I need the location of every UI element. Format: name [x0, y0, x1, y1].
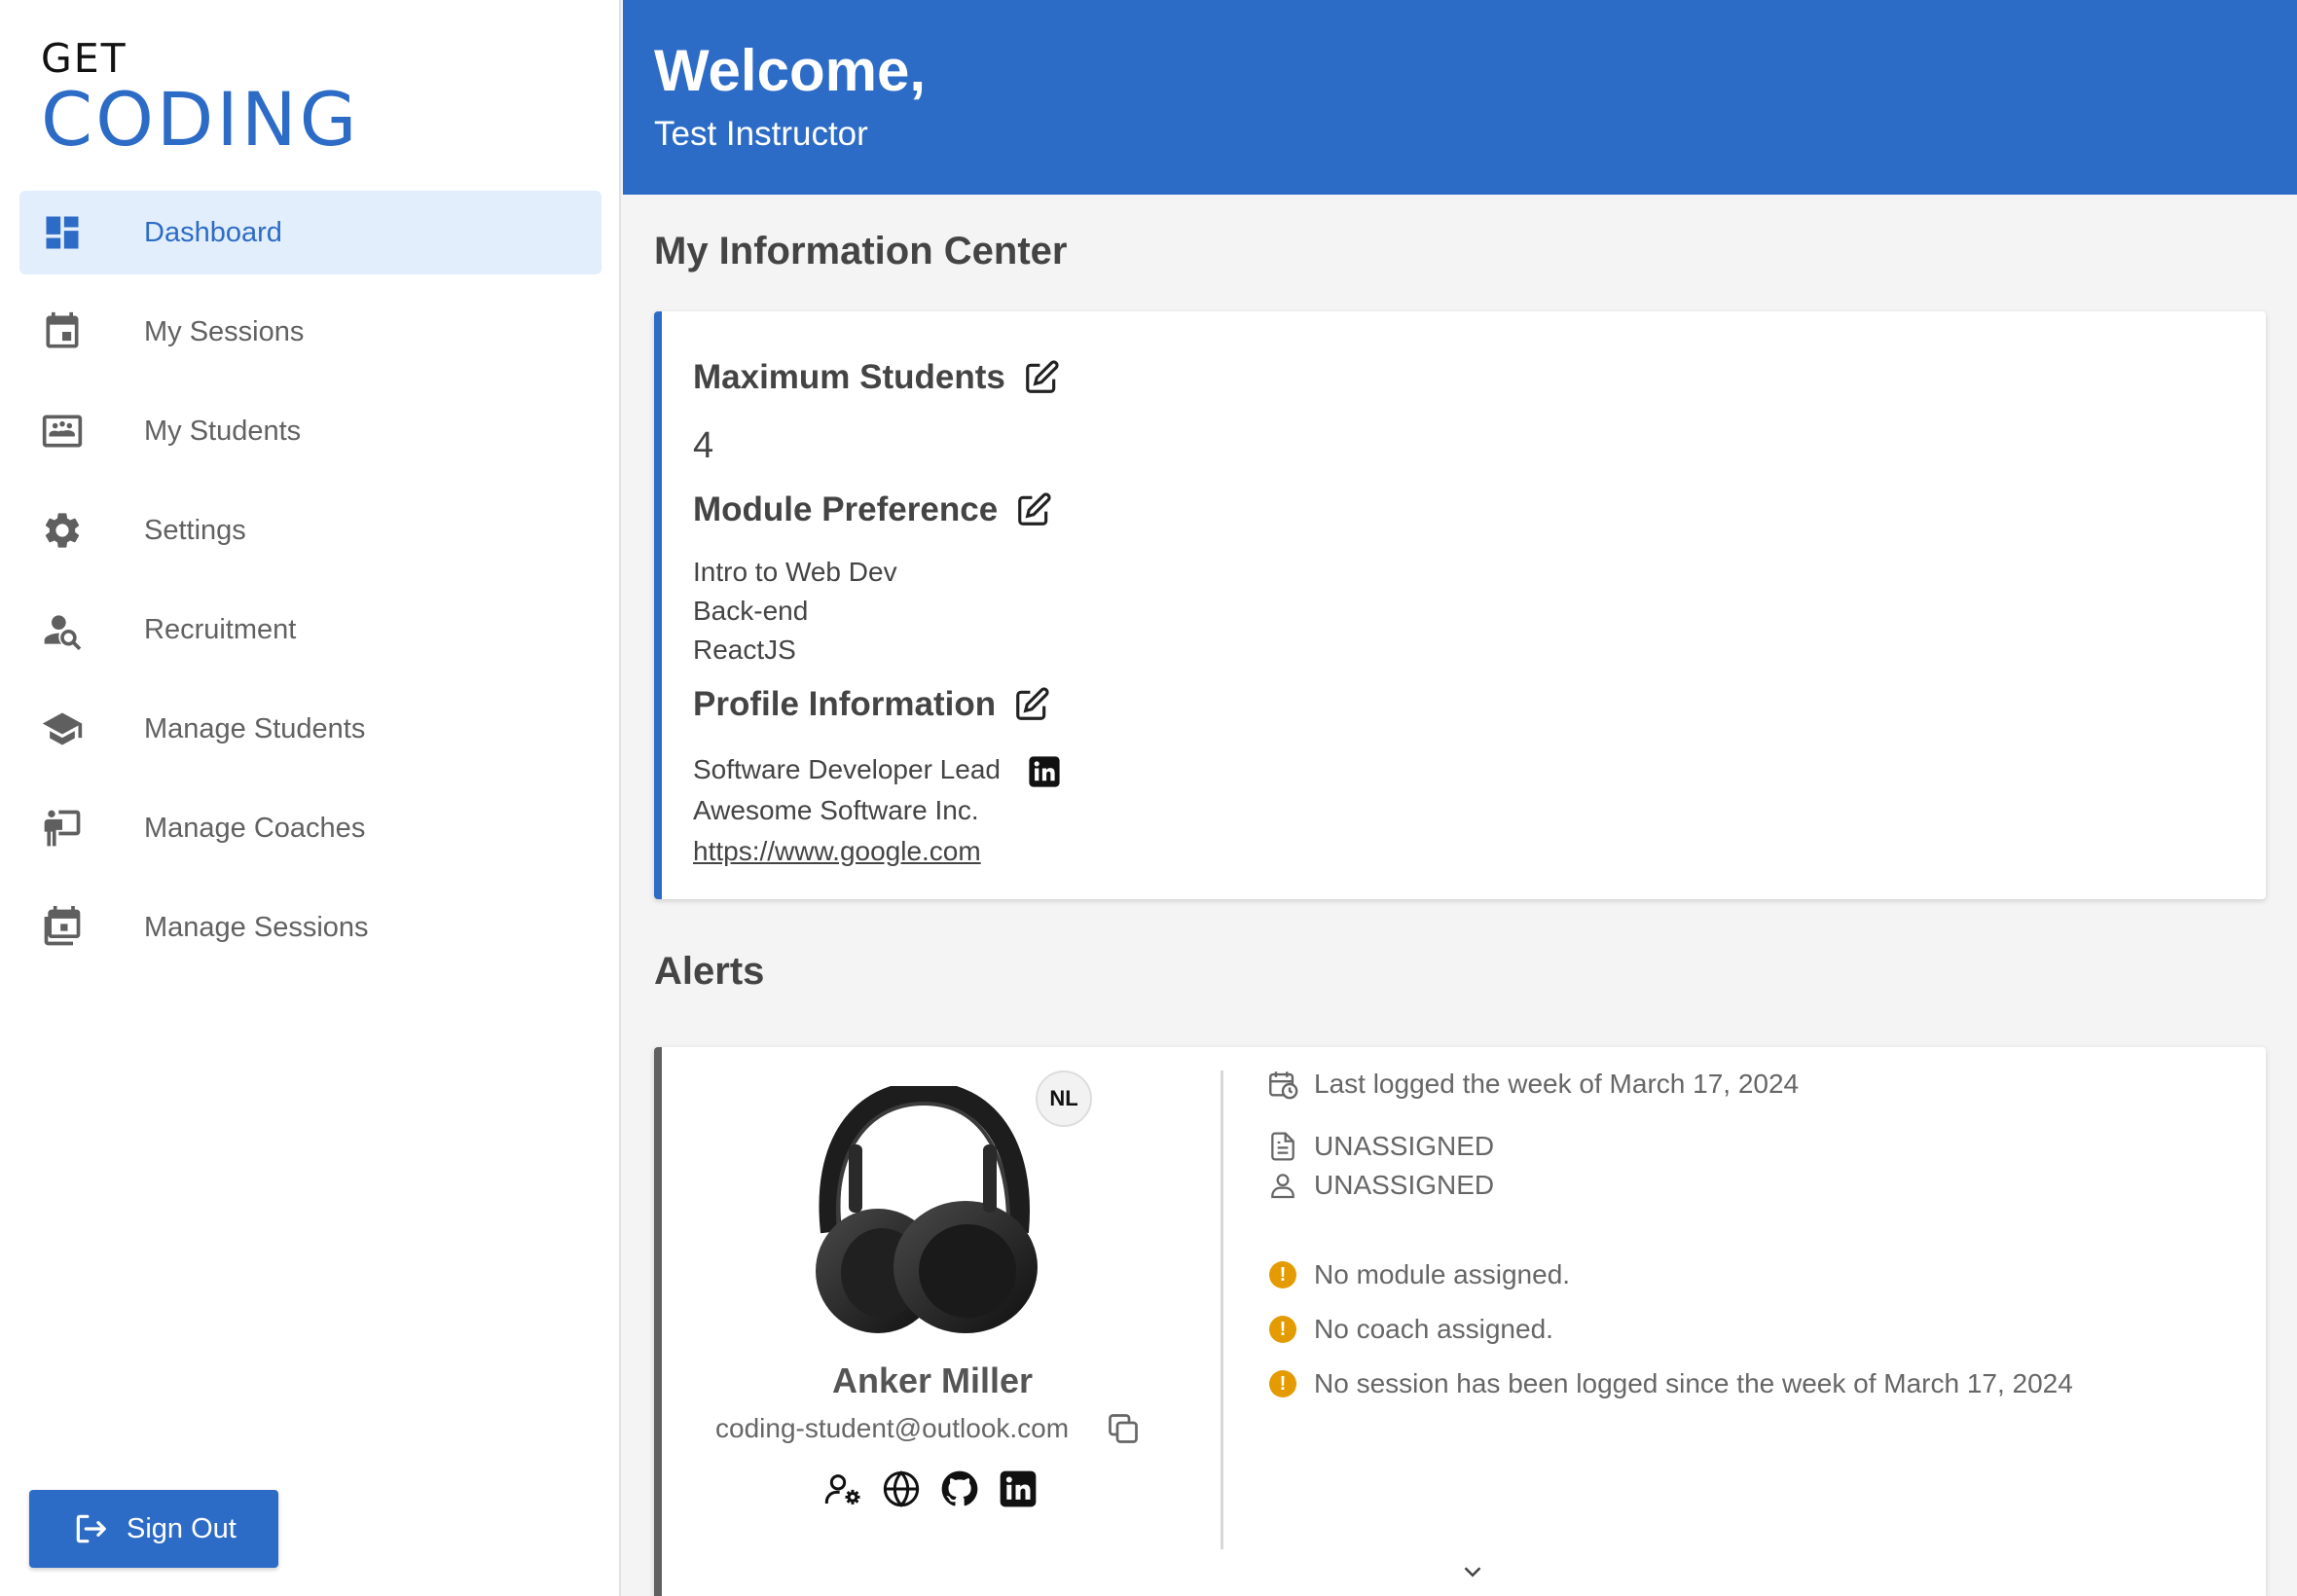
logo-text-top: GET — [41, 35, 128, 82]
linkedin-icon[interactable] — [999, 1469, 1038, 1508]
class-icon — [35, 408, 90, 454]
warning-text: No session has been logged since the wee… — [1314, 1368, 2073, 1398]
profile-job-title: Software Developer Lead — [693, 754, 1001, 784]
sidebar-item-manage-students[interactable]: Manage Students — [19, 687, 602, 771]
profile-website-link[interactable]: https://www.google.com — [693, 831, 1061, 872]
sidebar-item-recruitment[interactable]: Recruitment — [19, 588, 602, 671]
student-email: coding-student@outlook.com — [715, 1413, 1070, 1443]
headphones-image — [816, 1080, 1038, 1333]
sidebar-item-label: Recruitment — [144, 613, 297, 645]
warning-icon: ! — [1265, 1312, 1300, 1347]
sidebar-item-my-sessions[interactable]: My Sessions — [19, 290, 602, 374]
sidebar-item-label: My Sessions — [144, 315, 305, 347]
linkedin-icon[interactable] — [1028, 755, 1061, 788]
alerts-title: Alerts — [654, 950, 765, 993]
max-students-heading: Maximum Students — [693, 358, 1060, 397]
warning-text: No coach assigned. — [1314, 1314, 1553, 1344]
sidebar-item-manage-sessions[interactable]: Manage Sessions — [19, 886, 602, 969]
sidebar-item-dashboard[interactable]: Dashboard — [19, 191, 602, 274]
calendar-icon — [35, 308, 90, 355]
max-students-label: Maximum Students — [693, 358, 1005, 396]
sidebar-item-label: Manage Coaches — [144, 812, 366, 844]
warning-row: ! No session has been logged since the w… — [1265, 1366, 2073, 1401]
warning-text: No module assigned. — [1314, 1259, 1571, 1289]
presenter-icon — [35, 805, 90, 852]
calendar-stack-icon — [35, 904, 90, 951]
module-item: ReactJS — [693, 635, 796, 665]
sidebar-item-settings[interactable]: Settings — [19, 489, 602, 572]
warning-row: ! No module assigned. — [1265, 1257, 1570, 1292]
sidebar-item-label: Dashboard — [144, 216, 282, 248]
sidebar-item-manage-coaches[interactable]: Manage Coaches — [19, 786, 602, 870]
info-center-card: Maximum Students 4 Module Preference Int… — [654, 311, 2266, 899]
module-list: Intro to Web Dev Back-end ReactJS — [693, 553, 897, 670]
person-icon — [1265, 1168, 1300, 1203]
warning-icon: ! — [1265, 1366, 1300, 1401]
module-item: Intro to Web Dev — [693, 557, 897, 587]
module-status-row: UNASSIGNED — [1265, 1129, 1494, 1164]
graduation-cap-icon — [35, 706, 90, 752]
header: Welcome, Test Instructor — [623, 0, 2297, 195]
student-alert-card: NL Anker Miller coding-student@outlook.c… — [654, 1047, 2266, 1596]
module-status-text: UNASSIGNED — [1314, 1131, 1495, 1161]
document-icon — [1265, 1129, 1300, 1164]
last-logged-text: Last logged the week of March 17, 2024 — [1314, 1069, 1800, 1099]
module-item: Back-end — [693, 596, 809, 626]
gear-icon — [35, 507, 90, 554]
sidebar-item-label: Settings — [144, 514, 246, 546]
card-divider — [1221, 1070, 1223, 1549]
main-content: My Information Center Maximum Students 4… — [623, 195, 2297, 1596]
student-name: Anker Miller — [831, 1360, 1034, 1400]
edit-icon[interactable] — [1023, 359, 1060, 396]
user-settings-icon[interactable] — [823, 1469, 862, 1508]
chevron-down-icon[interactable] — [1458, 1557, 1487, 1586]
student-initials-badge: NL — [1036, 1070, 1092, 1127]
coach-status-row: UNASSIGNED — [1265, 1168, 1494, 1203]
coach-status-text: UNASSIGNED — [1314, 1170, 1495, 1200]
sidebar-item-label: My Students — [144, 415, 302, 447]
sidebar-item-label: Manage Sessions — [144, 911, 369, 943]
module-preference-heading: Module Preference — [693, 490, 1052, 529]
user-name: Test Instructor — [654, 115, 868, 153]
sign-out-label: Sign Out — [127, 1512, 237, 1544]
calendar-clock-icon — [1265, 1067, 1300, 1102]
warning-row: ! No coach assigned. — [1265, 1312, 1553, 1347]
sign-out-icon — [76, 1514, 106, 1543]
globe-icon[interactable] — [882, 1469, 921, 1508]
profile-title-row: Software Developer Lead — [693, 749, 1061, 790]
dashboard-icon — [35, 209, 90, 256]
welcome-title: Welcome, — [654, 38, 926, 103]
logo[interactable]: GET CODING — [41, 39, 360, 157]
profile-details: Software Developer Lead Awesome Software… — [693, 749, 1061, 872]
student-avatar — [802, 1080, 1045, 1335]
student-social-links — [823, 1469, 1038, 1508]
edit-icon[interactable] — [1013, 686, 1050, 723]
person-search-icon — [35, 606, 90, 653]
last-logged-row: Last logged the week of March 17, 2024 — [1265, 1067, 1799, 1102]
logo-text-bottom: CODING — [41, 76, 360, 163]
copy-icon[interactable] — [1106, 1411, 1141, 1446]
sidebar-item-label: Manage Students — [144, 712, 366, 744]
profile-info-label: Profile Information — [693, 685, 997, 723]
edit-icon[interactable] — [1015, 491, 1052, 528]
sidebar: GET CODING Dashboard My Sessions My Stud… — [0, 0, 621, 1596]
profile-company: Awesome Software Inc. — [693, 795, 979, 825]
warning-icon: ! — [1265, 1257, 1300, 1292]
max-students-value: 4 — [693, 425, 714, 466]
sidebar-nav: Dashboard My Sessions My Students Settin… — [19, 191, 602, 985]
github-icon[interactable] — [940, 1469, 979, 1508]
sign-out-button[interactable]: Sign Out — [29, 1490, 278, 1568]
info-center-title: My Information Center — [654, 230, 1068, 272]
sidebar-item-my-students[interactable]: My Students — [19, 389, 602, 473]
profile-info-heading: Profile Information — [693, 685, 1050, 724]
module-preference-label: Module Preference — [693, 490, 999, 528]
